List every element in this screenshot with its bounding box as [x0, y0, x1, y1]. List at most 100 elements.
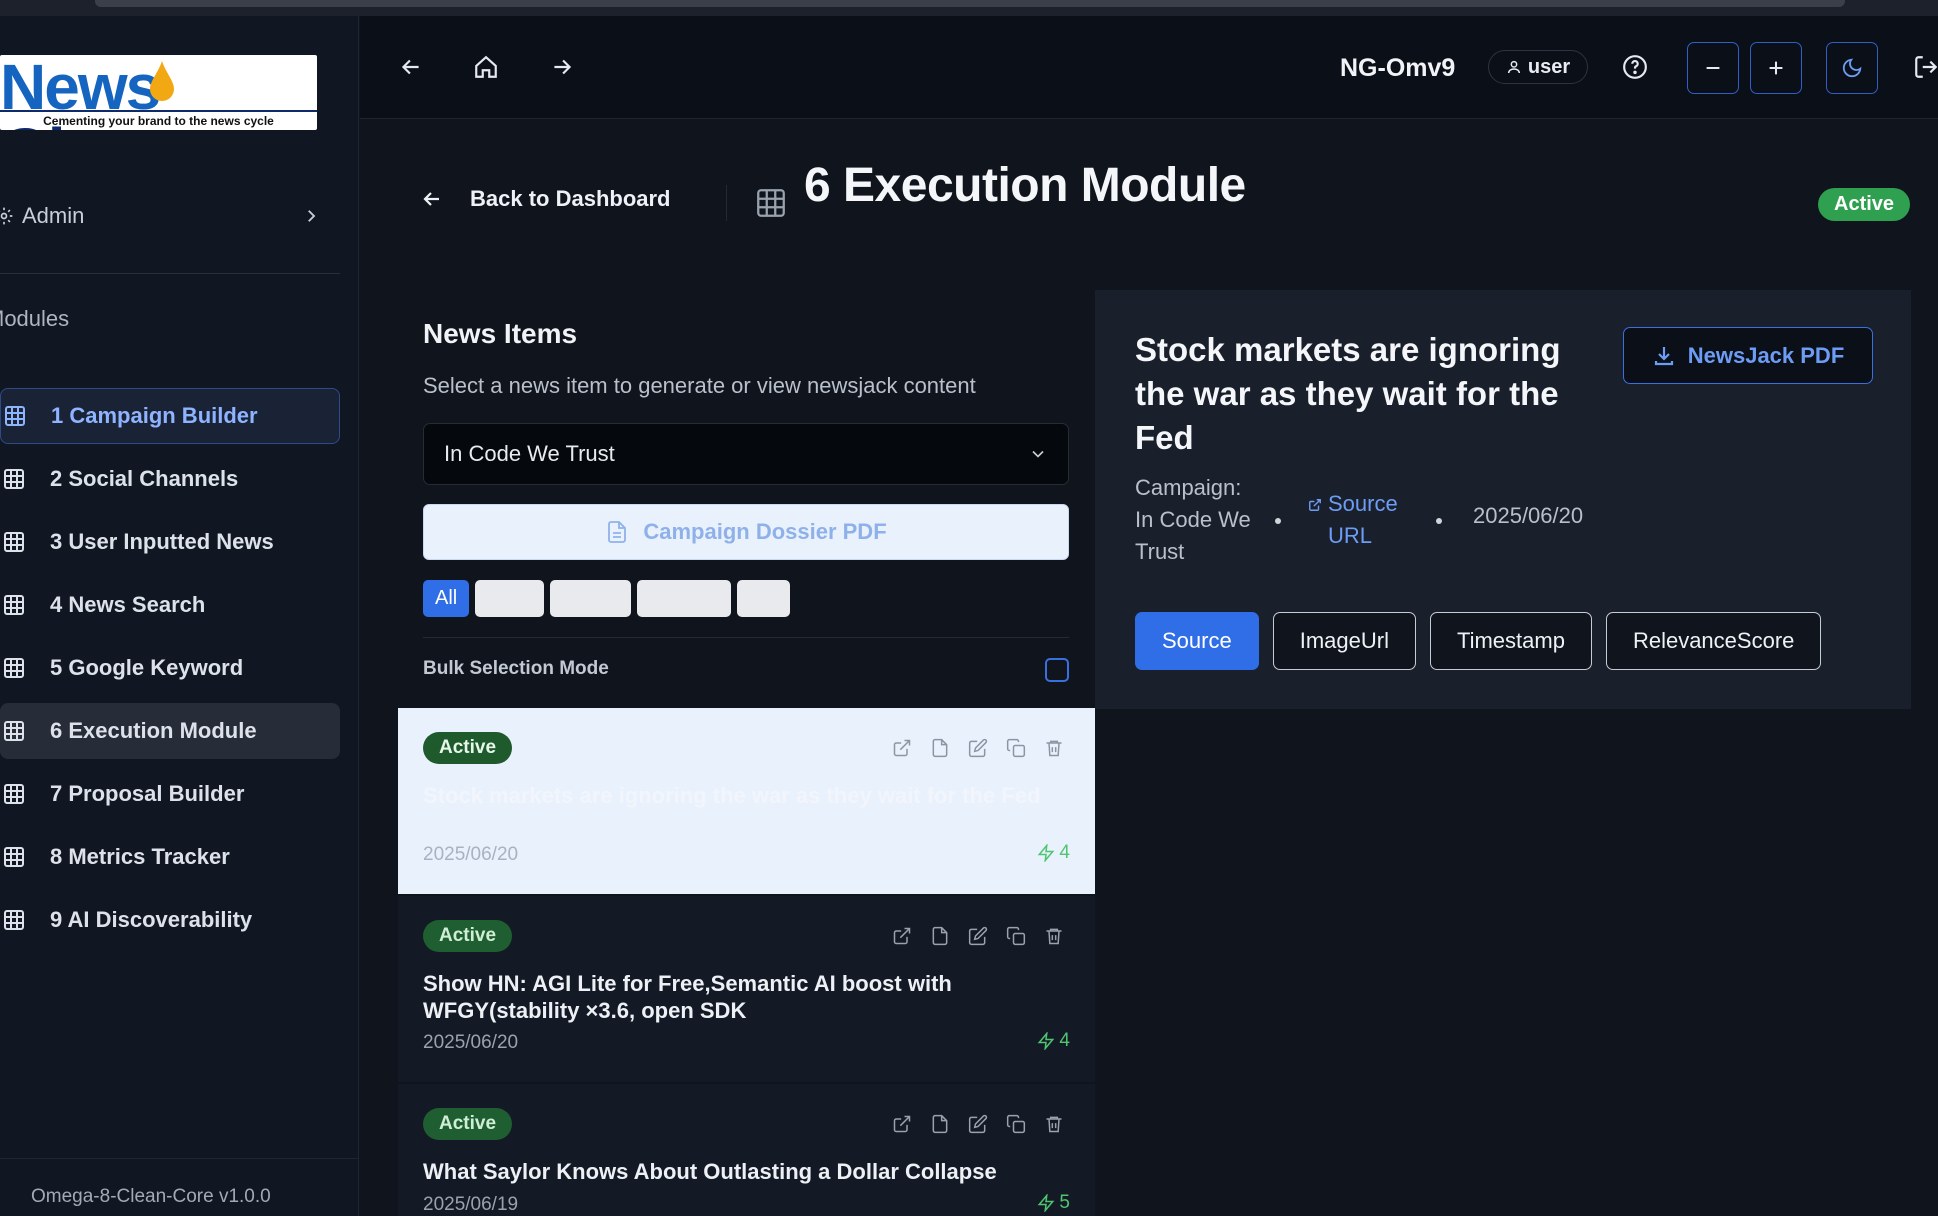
- sidebar-item-label: 8 Metrics Tracker: [50, 844, 230, 869]
- arrow-right-icon[interactable]: [549, 54, 575, 80]
- zoom-out-button[interactable]: [1687, 42, 1739, 94]
- dossier-label: Campaign Dossier PDF: [643, 519, 887, 544]
- trash-icon[interactable]: [1044, 738, 1064, 758]
- grid-icon: [4, 658, 24, 678]
- external-link-icon[interactable]: [892, 738, 912, 758]
- back-to-dashboard-button[interactable]: Back to Dashboard: [420, 186, 671, 212]
- news-item-date: 2025/06/19: [423, 1194, 519, 1215]
- user-menu[interactable]: user: [1488, 50, 1588, 84]
- header-separator: [726, 185, 727, 221]
- edit-icon[interactable]: [968, 738, 988, 758]
- external-link-icon[interactable]: [892, 1114, 912, 1134]
- filter-button[interactable]: [637, 580, 732, 617]
- panel-divider: [423, 637, 1069, 638]
- tab-source[interactable]: Source: [1135, 612, 1259, 670]
- version-label: Omega-8-Clean-Core v1.0.0: [31, 1186, 271, 1207]
- campaign-select-value: In Code We Trust: [444, 441, 615, 466]
- score-value: 5: [1059, 1192, 1070, 1213]
- gear-icon: [0, 207, 13, 225]
- detail-date: 2025/06/20: [1473, 503, 1584, 528]
- sidebar-item-ai-discoverability[interactable]: 9 AI Discoverability: [0, 892, 340, 948]
- sidebar-item-news-search[interactable]: 4 News Search: [0, 577, 340, 633]
- zoom-in-button[interactable]: [1750, 42, 1802, 94]
- sidebar-item-user-inputted-news[interactable]: 3 User Inputted News: [0, 514, 340, 570]
- file-icon[interactable]: [930, 926, 950, 946]
- source-url-link[interactable]: Source URL: [1308, 488, 1418, 552]
- sidebar-item-metrics-tracker[interactable]: 8 Metrics Tracker: [0, 829, 340, 885]
- logout-icon[interactable]: [1913, 54, 1938, 80]
- news-items-subtitle: Select a news item to generate or view n…: [423, 373, 976, 398]
- edit-icon[interactable]: [968, 926, 988, 946]
- home-icon[interactable]: [473, 54, 499, 80]
- sidebar-item-campaign-builder[interactable]: 1 Campaign Builder: [0, 388, 340, 444]
- browser-strip: [0, 0, 1938, 16]
- theme-toggle-button[interactable]: [1826, 42, 1878, 94]
- help-icon[interactable]: [1622, 54, 1648, 80]
- news-items-heading: News Items: [423, 318, 578, 349]
- lightning-icon: [1038, 1194, 1055, 1212]
- grid-icon: [4, 469, 24, 489]
- news-item-title: What Saylor Knows About Outlasting a Dol…: [423, 1159, 997, 1184]
- detail-tabs: Source ImageUrl Timestamp RelevanceScore: [1135, 612, 1822, 670]
- external-link-icon: [1309, 499, 1321, 511]
- sidebar-item-label: 9 AI Discoverability: [50, 907, 253, 932]
- minus-icon: [1706, 66, 1720, 70]
- file-icon[interactable]: [930, 738, 950, 758]
- filter-button[interactable]: [737, 580, 791, 617]
- grid-icon: [4, 721, 24, 741]
- admin-menu[interactable]: Admin: [0, 191, 340, 241]
- tab-relevancescore[interactable]: RelevanceScore: [1605, 612, 1822, 670]
- bulk-selection-checkbox[interactable]: [1045, 658, 1069, 682]
- sidebar-item-label: 7 Proposal Builder: [50, 781, 245, 806]
- relevance-score: 5: [1037, 1192, 1070, 1214]
- glue-drop-icon: [150, 61, 174, 101]
- sidebar-item-proposal-builder[interactable]: 7 Proposal Builder: [0, 766, 340, 822]
- sidebar-item-label: 5 Google Keyword: [50, 655, 244, 680]
- edit-icon[interactable]: [968, 1114, 988, 1134]
- sidebar-item-execution-module[interactable]: 6 Execution Module: [0, 703, 340, 759]
- campaign-meta: Campaign: In Code We Trust: [1135, 475, 1251, 564]
- campaign-dossier-pdf-button[interactable]: Campaign Dossier PDF: [423, 504, 1069, 560]
- news-item-actions: [892, 1114, 1064, 1134]
- sidebar-item-label: 1 Campaign Builder: [51, 403, 258, 428]
- external-link-icon[interactable]: [892, 926, 912, 946]
- sidebar-item-google-keyword[interactable]: 5 Google Keyword: [0, 640, 340, 696]
- status-badge: Active: [423, 732, 513, 764]
- modules-section-label: Modules: [0, 306, 70, 331]
- detail-title: Stock markets are ignoring the war as th…: [1135, 331, 1561, 456]
- status-badge: Active: [1818, 188, 1911, 221]
- tab-timestamp[interactable]: Timestamp: [1429, 612, 1592, 670]
- module-nav: 1 Campaign Builder 2 Social Channels 3 U…: [0, 388, 340, 955]
- news-item-actions: [892, 926, 1064, 946]
- sidebar-item-social-channels[interactable]: 2 Social Channels: [0, 451, 340, 507]
- arrow-left-icon[interactable]: [398, 54, 424, 80]
- trash-icon[interactable]: [1044, 926, 1064, 946]
- trash-icon[interactable]: [1044, 1114, 1064, 1134]
- filter-button[interactable]: [550, 580, 632, 617]
- news-item-card[interactable]: Active Show HN: AGI Lite for Free,Semant…: [398, 896, 1095, 1082]
- sidebar: NewsGlue Cementing your brand to the new…: [0, 16, 359, 1216]
- sidebar-footer-divider: [0, 1158, 359, 1159]
- grid-icon: [4, 847, 24, 867]
- browser-strip-bar: [95, 0, 1845, 7]
- news-item-card[interactable]: Active What Saylor Knows About Outlastin…: [398, 1084, 1095, 1216]
- newsglue-logo[interactable]: NewsGlue Cementing your brand to the new…: [0, 55, 317, 130]
- newsjack-pdf-button[interactable]: NewsJack PDF: [1623, 327, 1873, 384]
- news-item-date: 2025/06/20: [423, 844, 519, 865]
- news-item-card[interactable]: Active Stock markets are ignoring the wa…: [398, 708, 1095, 894]
- filter-button[interactable]: [475, 580, 545, 617]
- file-icon[interactable]: [930, 1114, 950, 1134]
- copy-icon[interactable]: [1006, 1114, 1026, 1134]
- back-label: Back to Dashboard: [470, 186, 671, 211]
- campaign-select[interactable]: In Code We Trust: [423, 423, 1069, 485]
- copy-icon[interactable]: [1006, 926, 1026, 946]
- filter-all-button[interactable]: All: [423, 580, 470, 617]
- meta-separator-dot: [1436, 518, 1442, 524]
- copy-icon[interactable]: [1006, 738, 1026, 758]
- grid-icon: [4, 910, 24, 930]
- moon-icon: [1842, 58, 1862, 78]
- user-icon: [1507, 60, 1520, 74]
- news-detail-panel: Stock markets are ignoring the war as th…: [1095, 290, 1911, 709]
- news-item-date: 2025/06/20: [423, 1032, 519, 1053]
- tab-imageurl[interactable]: ImageUrl: [1272, 612, 1416, 670]
